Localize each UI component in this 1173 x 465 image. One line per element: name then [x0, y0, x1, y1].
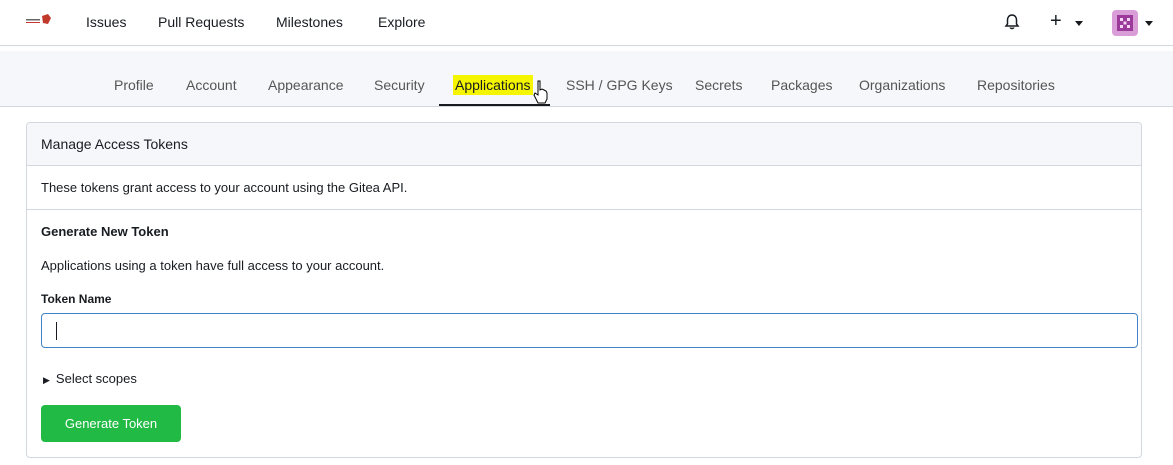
bell-icon[interactable] [1003, 13, 1021, 31]
select-scopes-label: Select scopes [55, 371, 137, 386]
tab-applications[interactable]: Applications [453, 75, 533, 95]
token-name-label: Token Name [41, 292, 112, 306]
triangle-right-icon: ▶ [43, 375, 50, 385]
nav-explore[interactable]: Explore [378, 14, 425, 30]
create-menu-chevron-down-icon[interactable] [1075, 21, 1083, 26]
panel-title: Manage Access Tokens [41, 136, 188, 152]
avatar[interactable] [1112, 10, 1138, 36]
nav-pull-requests[interactable]: Pull Requests [158, 14, 244, 30]
plus-icon[interactable]: + [1050, 11, 1062, 31]
panel-header: Manage Access Tokens [27, 123, 1141, 166]
settings-tab-bar: Profile Account Appearance Security Appl… [0, 51, 1173, 107]
divider [27, 209, 1141, 210]
tab-appearance[interactable]: Appearance [268, 77, 344, 93]
tab-security[interactable]: Security [374, 77, 425, 93]
tab-secrets[interactable]: Secrets [695, 77, 742, 93]
top-navbar: Issues Pull Requests Milestones Explore … [0, 0, 1173, 46]
tab-organizations[interactable]: Organizations [859, 77, 945, 93]
token-name-input[interactable] [41, 313, 1138, 348]
site-logo[interactable] [26, 12, 52, 30]
user-menu-chevron-down-icon[interactable] [1145, 21, 1153, 26]
tab-account[interactable]: Account [186, 77, 237, 93]
nav-milestones[interactable]: Milestones [276, 14, 343, 30]
generate-token-description: Applications using a token have full acc… [41, 258, 385, 273]
generate-token-title: Generate New Token [41, 224, 169, 239]
tab-repositories[interactable]: Repositories [977, 77, 1055, 93]
panel-description: These tokens grant access to your accoun… [41, 180, 408, 195]
access-tokens-panel: Manage Access Tokens These tokens grant … [26, 122, 1142, 458]
tab-applications-label: Applications [453, 75, 533, 95]
generate-token-button[interactable]: Generate Token [41, 405, 181, 442]
text-cursor [56, 322, 57, 340]
nav-issues[interactable]: Issues [86, 14, 126, 30]
tab-packages[interactable]: Packages [771, 77, 832, 93]
tab-ssh-gpg-keys[interactable]: SSH / GPG Keys [566, 77, 673, 93]
tab-profile[interactable]: Profile [114, 77, 154, 93]
active-tab-underline [439, 104, 550, 106]
hand-cursor-icon [533, 80, 548, 104]
select-scopes-toggle[interactable]: ▶ Select scopes [43, 371, 137, 386]
